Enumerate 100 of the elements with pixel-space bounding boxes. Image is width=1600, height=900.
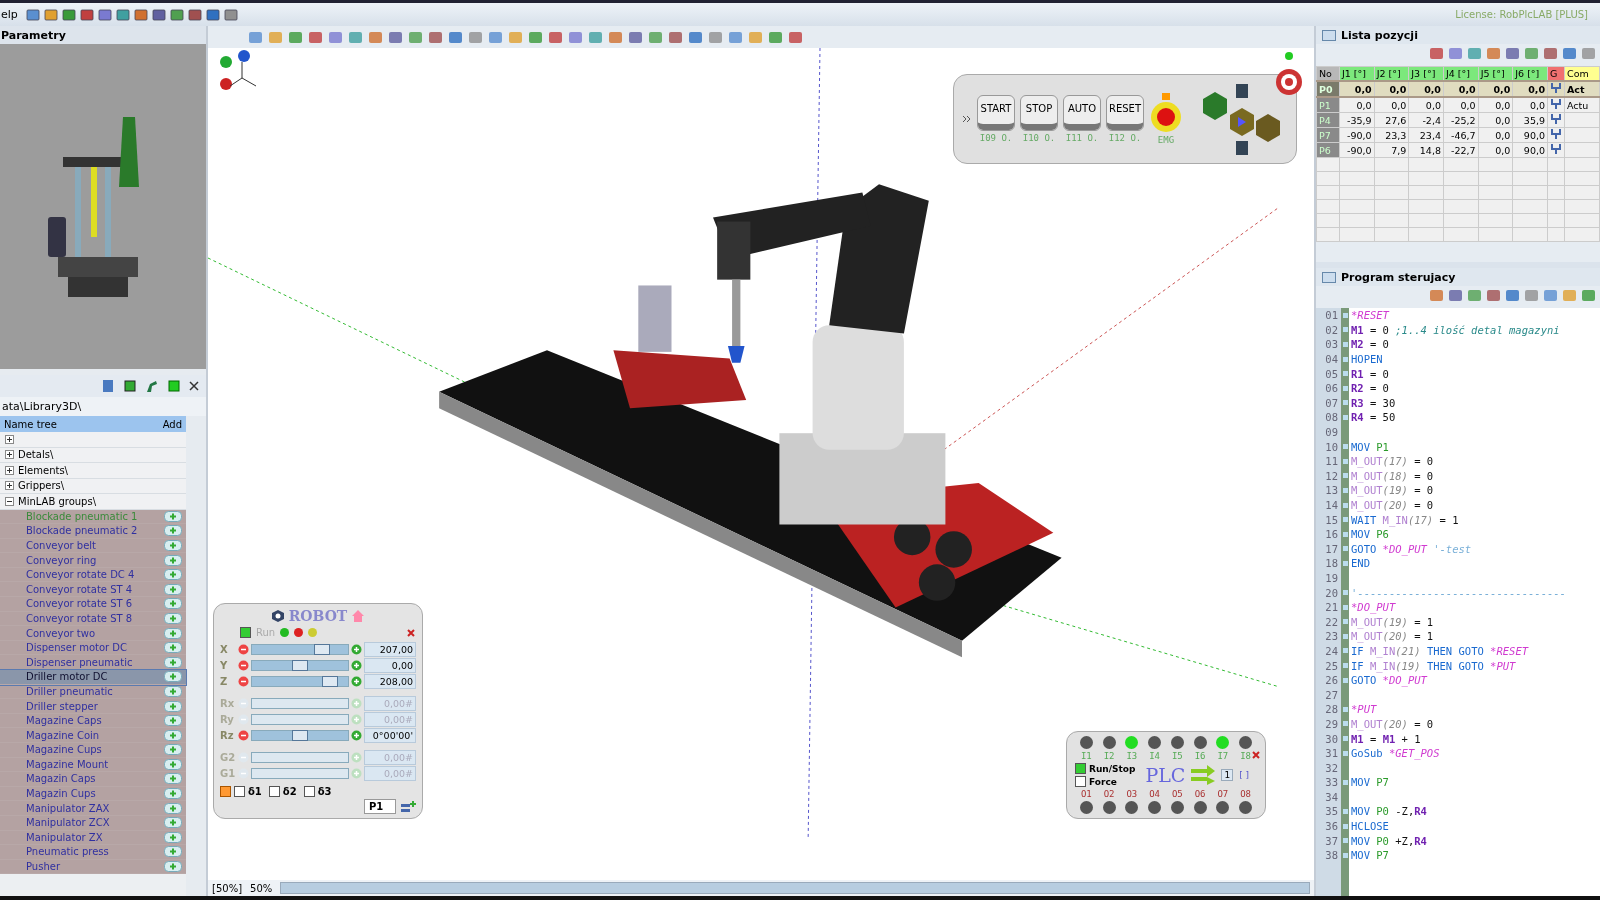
toolbar-icon[interactable] [205, 7, 220, 22]
code-editor[interactable] [1316, 308, 1600, 896]
toolbar-icon[interactable] [1448, 288, 1463, 303]
plus-icon[interactable] [351, 643, 362, 655]
add-icon[interactable] [164, 817, 182, 829]
axis-value-field[interactable]: 207,00 [364, 641, 416, 657]
tree-item[interactable]: Detals\ [18, 449, 54, 461]
box-tab-icon[interactable] [122, 378, 138, 394]
toolbar-icon[interactable] [548, 29, 563, 45]
library-item[interactable]: Driller stepper [0, 699, 186, 714]
minus-icon[interactable] [238, 643, 249, 655]
expand-icon[interactable] [5, 450, 14, 460]
library-tab-icon[interactable] [100, 378, 116, 394]
position-field[interactable]: P1 [364, 799, 396, 814]
library-item[interactable]: Conveyor two [0, 626, 186, 641]
toolbar-icon[interactable] [187, 7, 202, 22]
add-icon[interactable] [164, 671, 182, 683]
toolbar-icon[interactable] [308, 29, 323, 45]
axis-slider[interactable] [251, 675, 349, 687]
plus-icon[interactable] [351, 675, 362, 687]
toolbar-icon[interactable] [1486, 288, 1501, 303]
add-icon[interactable] [164, 744, 182, 756]
expand-icon[interactable] [5, 481, 14, 491]
option-checkbox[interactable] [303, 786, 315, 797]
home-icon[interactable] [351, 609, 366, 623]
axis-value-field[interactable]: 0,00 [364, 657, 416, 673]
add-icon[interactable] [164, 831, 182, 843]
control-button[interactable]: RESET [1106, 95, 1144, 131]
toolbar-icon[interactable] [97, 7, 112, 22]
slider-thumb[interactable] [292, 729, 308, 741]
add-icon[interactable] [164, 583, 182, 595]
add-icon[interactable] [164, 802, 182, 814]
option-checkbox[interactable] [1075, 776, 1086, 787]
column-header[interactable]: Name tree [4, 418, 57, 430]
add-icon[interactable] [164, 846, 182, 858]
add-icon[interactable] [164, 540, 182, 551]
horizontal-scrollbar[interactable] [280, 882, 1310, 894]
toolbar-icon[interactable] [388, 29, 403, 45]
position-row[interactable]: P7 -90,0 23,3 23,4 -46,7 0,0 90,0 [1316, 127, 1600, 143]
add-icon[interactable] [164, 685, 182, 697]
toolbar-icon[interactable] [151, 7, 166, 22]
column-header[interactable]: Add [162, 418, 182, 430]
toolbar-icon[interactable] [1543, 46, 1558, 61]
toolbar-icon[interactable] [223, 7, 238, 22]
slider-thumb[interactable] [292, 659, 308, 671]
library-item[interactable]: Conveyor rotate ST 6 [0, 597, 186, 612]
option-checkbox[interactable] [268, 786, 280, 797]
option-checkbox[interactable] [1075, 763, 1086, 774]
axis-slider[interactable] [251, 659, 349, 671]
toolbar-icon[interactable] [1505, 288, 1520, 303]
expand-arrows-icon[interactable] [962, 114, 972, 124]
toolbar-icon[interactable] [79, 7, 94, 22]
toolbar-icon[interactable] [61, 7, 76, 22]
toolbar-icon[interactable] [115, 7, 130, 22]
add-icon[interactable] [164, 525, 182, 537]
position-row[interactable]: P6 -90,0 7,9 14,8 -22,7 0,0 90,0 [1316, 142, 1600, 158]
toolbar-icon[interactable] [1505, 46, 1520, 61]
add-icon[interactable] [164, 642, 182, 654]
add-icon[interactable] [164, 788, 182, 800]
emergency-stop-icon[interactable] [1149, 93, 1183, 133]
toolbar-icon[interactable] [668, 29, 683, 45]
run-checkbox[interactable] [240, 627, 251, 638]
toolbar-icon[interactable] [688, 29, 703, 45]
control-button[interactable]: AUTO [1063, 95, 1101, 131]
toolbar-icon[interactable] [25, 7, 40, 22]
slider-thumb[interactable] [321, 675, 338, 687]
slider-thumb[interactable] [314, 643, 331, 655]
add-icon[interactable] [164, 656, 182, 668]
position-row[interactable]: P4 -35,9 27,6 -2,4 -25,2 0,0 35,9 [1316, 112, 1600, 128]
library-item[interactable]: Manipulator ZAX [0, 801, 186, 816]
expand-icon[interactable] [5, 465, 14, 475]
add-icon[interactable] [164, 700, 182, 712]
add-icon[interactable] [164, 627, 182, 639]
add-icon[interactable] [164, 773, 182, 785]
help-menu[interactable]: elp [0, 8, 18, 21]
axis-value-field[interactable]: 0°00'00' [364, 727, 416, 743]
cycle-field[interactable]: 1 [1221, 769, 1234, 781]
close-icon[interactable] [188, 380, 200, 392]
add-icon[interactable] [164, 554, 182, 566]
add-icon[interactable] [164, 729, 182, 741]
library-item[interactable]: Pneumatic press [0, 845, 186, 860]
cube-tab-icon[interactable] [166, 378, 182, 394]
arrows-icon[interactable] [1191, 765, 1216, 785]
add-icon[interactable] [164, 510, 182, 522]
robot-tab-icon[interactable] [144, 378, 160, 394]
minus-icon[interactable] [238, 659, 249, 671]
library-item[interactable]: Magazine Coin [0, 728, 186, 743]
toolbar-icon[interactable] [448, 29, 463, 45]
add-icon[interactable] [164, 861, 182, 873]
add-icon[interactable] [164, 598, 182, 610]
position-row[interactable]: P1 0,0 0,0 0,0 0,0 0,0 0,0 Actu [1316, 97, 1600, 113]
toolbar-icon[interactable] [169, 7, 184, 22]
toolbar-icon[interactable] [788, 29, 803, 45]
toolbar-icon[interactable] [43, 7, 58, 22]
plus-icon[interactable] [351, 659, 362, 671]
add-icon[interactable] [164, 758, 182, 770]
toolbar-icon[interactable] [1429, 46, 1444, 61]
control-button[interactable]: START [977, 95, 1015, 131]
toolbar-icon[interactable] [133, 7, 148, 22]
control-button[interactable]: STOP [1020, 95, 1058, 131]
